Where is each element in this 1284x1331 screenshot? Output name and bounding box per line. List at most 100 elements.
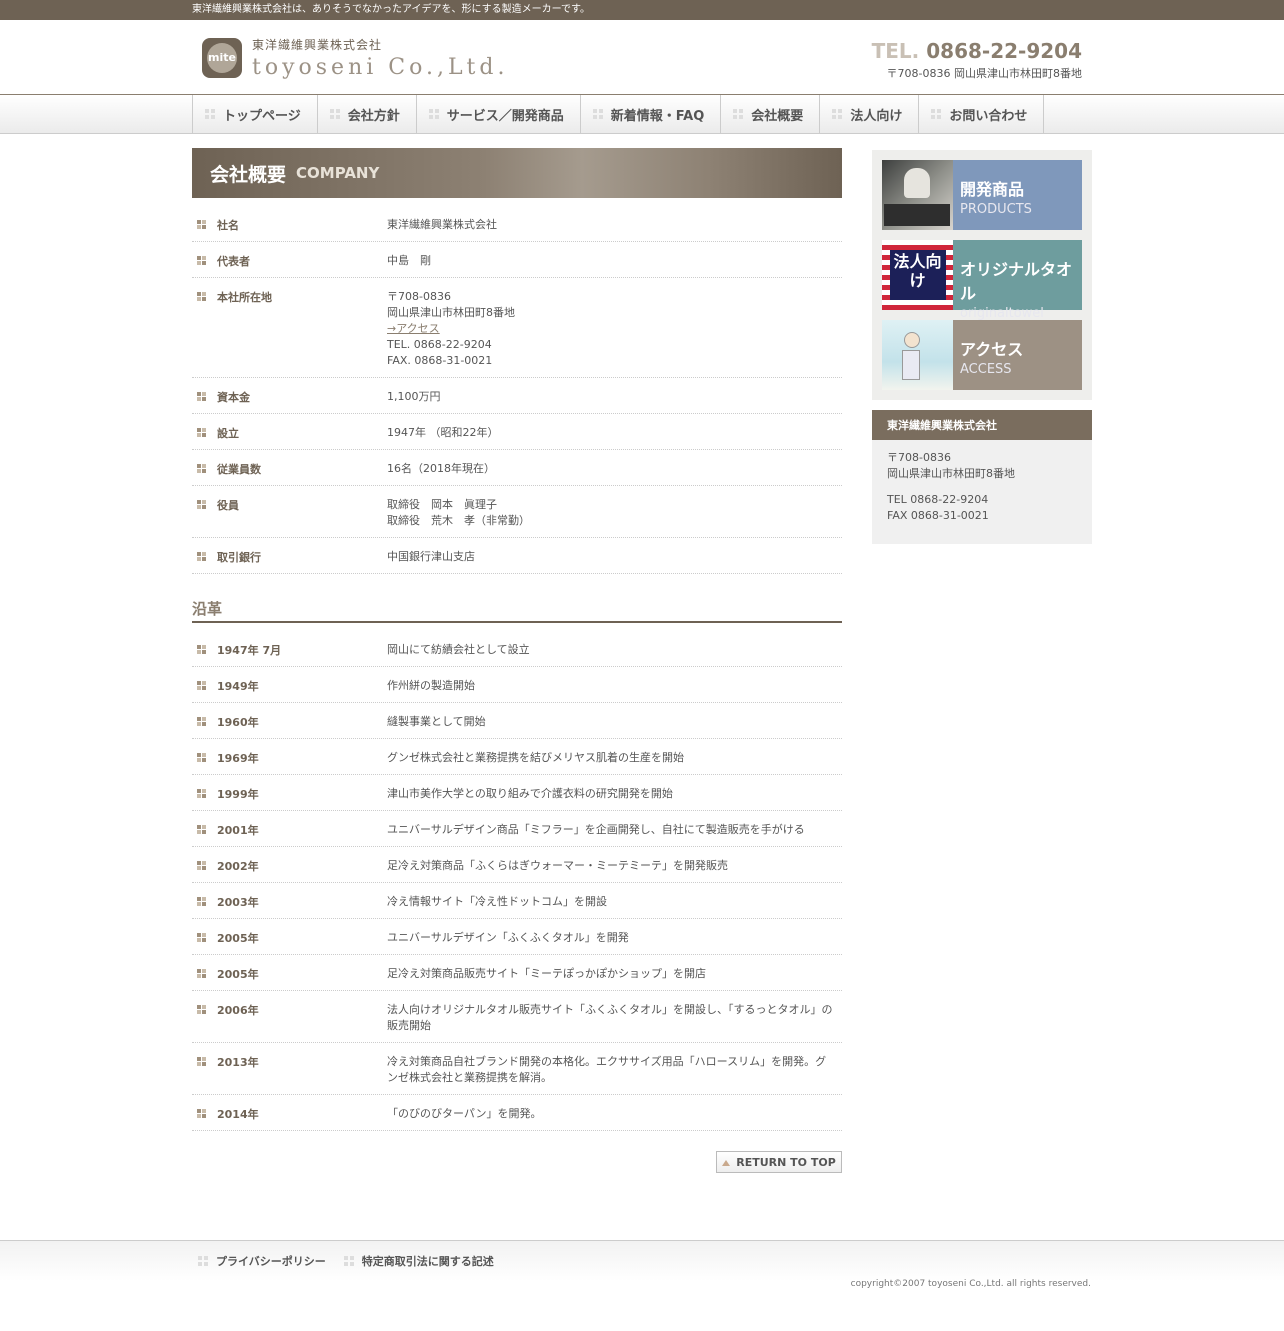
banner-title: オリジナルタオル [960,260,1073,303]
history-year-text: 2002年 [217,860,259,873]
bullet-icon [197,392,206,401]
history-year-text: 2006年 [217,1004,259,1017]
bullet-icon [197,500,206,509]
nav-item-3[interactable]: サービス／開発商品 [417,95,581,133]
sidebar-banners: 開発商品 PRODUCTS 法人向け オリジナルタオル originaltowe… [872,150,1092,400]
info-value: 1947年 （昭和22年） [387,425,837,441]
info-label-text: 役員 [217,499,239,512]
copyright: copyright©2007 toyoseni Co.,Ltd. all rig… [850,1279,1091,1289]
footer-link-1[interactable]: プライバシーポリシー [198,1253,326,1269]
bullet-icon [197,1005,206,1014]
history-year: 2014年 [192,1106,387,1122]
site-logo[interactable]: mite 東洋繊維興業株式会社 toyoseni Co.,Ltd. [202,36,508,80]
history-row: 1969年 グンゼ株式会社と業務提携を結びメリヤス肌着の生産を開始 [192,739,842,775]
info-row: 取引銀行 中国銀行津山支店 [192,538,842,574]
history-year: 1969年 [192,750,387,766]
banner-title: 開発商品 [960,180,1025,199]
info-label: 役員 [192,497,387,529]
info-value-line: 東洋繊維興業株式会社 [387,218,497,231]
banner-title: アクセス [960,340,1024,359]
info-label: 社名 [192,217,387,233]
history-row: 1949年 作州絣の製造開始 [192,667,842,703]
history-text: 法人向けオリジナルタオル販売サイト「ふくふくタオル」を開設し、「するっとタオル」… [387,1003,833,1032]
info-label-text: 本社所在地 [217,291,272,304]
info-value: 東洋繊維興業株式会社 [387,217,837,233]
grid-icon [205,109,215,119]
nav-item-label: トップページ [223,108,301,124]
tel-number: 0868-22-9204 [926,39,1082,63]
history-text: ユニバーサルデザイン「ふくふくタオル」を開発 [387,931,629,944]
bullet-icon [197,220,206,229]
info-row: 社名 東洋繊維興業株式会社 [192,206,842,242]
history-row: 2005年 足冷え対策商品販売サイト「ミーテぽっかぽかショップ」を開店 [192,955,842,991]
history-year-text: 2001年 [217,824,259,837]
company-box-fax: FAX 0868-31-0021 [887,509,989,522]
nav-item-7[interactable]: お問い合わせ [919,95,1045,133]
global-nav: トップページ 会社方針 サービス／開発商品 新着情報・FAQ 会社概要 法人向け お問い合わ… [0,95,1284,134]
history-year-text: 2013年 [217,1056,259,1069]
info-label: 取引銀行 [192,549,387,565]
nav-item-2[interactable]: 会社方針 [318,95,417,133]
bullet-icon [197,969,206,978]
history-year-text: 1949年 [217,680,259,693]
corporate-image: 法人向け [882,240,953,310]
nav-item-6[interactable]: 法人向け [820,95,920,133]
info-label: 資本金 [192,389,387,405]
nav-item-label: 会社概要 [751,108,804,124]
bullet-icon [197,825,206,834]
history-year: 2002年 [192,858,387,874]
info-value-line: 〒708-0836 [387,290,451,303]
history-text: 岡山にて紡績会社として設立 [387,643,530,656]
bullet-icon [197,717,206,726]
original-towel-banner[interactable]: 法人向け オリジナルタオル originaltowel [882,240,1082,321]
info-value: 〒708-0836 岡山県津山市林田町8番地 →アクセス TEL. 0868-22-9… [387,289,837,369]
info-label: 代表者 [192,253,387,269]
info-value: 中国銀行津山支店 [387,549,837,565]
access-link[interactable]: →アクセス [387,321,837,337]
info-value-line: 取締役 荒木 孝（非常勤） [387,514,530,527]
history-year-text: 1947年 7月 [217,644,282,657]
footer-link-label: プライバシーポリシー [216,1255,326,1268]
bullet-icon [197,645,206,654]
company-info-table: 社名 東洋繊維興業株式会社代表者 中島 剛本社所在地 〒708-0836 岡山県津山市林… [192,206,842,574]
history-row: 1999年 津山市美作大学との取り組みで介護衣料の研究開発を開始 [192,775,842,811]
tagline-text: 東洋繊維興業株式会社は、ありそうでなかったアイデアを、形にする製造メーカーです。 [192,4,590,15]
nav-item-5[interactable]: 会社概要 [721,95,821,133]
bullet-icon [197,292,206,301]
return-to-top-label: RETURN TO TOP [736,1155,836,1169]
nav-item-1[interactable]: トップページ [193,95,318,133]
products-banner[interactable]: 開発商品 PRODUCTS [882,160,1082,230]
bullet-icon [197,789,206,798]
history-year: 1949年 [192,678,387,694]
nav-item-4[interactable]: 新着情報・FAQ [581,95,722,133]
return-to-top-button[interactable]: RETURN TO TOP [716,1151,842,1173]
info-label: 従業員数 [192,461,387,477]
bullet-icon [197,1109,206,1118]
info-value: 中島 剛 [387,253,837,269]
site-footer: プライバシーポリシー 特定商取引法に関する記述 copyright©2007 to… [0,1240,1284,1331]
grid-icon [931,109,942,119]
history-row: 1960年 縫製事業として開始 [192,703,842,739]
grid-icon [832,109,843,119]
grid-icon [198,1256,208,1266]
site-header: mite 東洋繊維興業株式会社 toyoseni Co.,Ltd. TEL. 0… [0,20,1284,95]
nav-item-label: 法人向け [850,108,903,124]
info-row: 資本金 1,100万円 [192,378,842,414]
header-contact: TEL. 0868-22-9204 〒708-0836 岡山県津山市林田町8番地 [872,39,1082,81]
history-row: 2014年 「のびのびターパン」を開発。 [192,1095,842,1131]
history-year: 1960年 [192,714,387,730]
grid-icon [592,109,603,119]
header-address: 〒708-0836 岡山県津山市林田町8番地 [886,67,1082,80]
history-row: 2013年 冷え対策商品自社ブランド開発の本格化。エクササイズ用品「ハロースリム」… [192,1043,842,1095]
company-box-title: 東洋繊維興業株式会社 [872,410,1092,440]
history-text: グンゼ株式会社と業務提携を結びメリヤス肌着の生産を開始 [387,751,684,764]
bullet-icon [197,753,206,762]
sidebar-company-box: 東洋繊維興業株式会社 〒708-0836 岡山県津山市林田町8番地 TEL 08… [872,410,1092,544]
access-illustration [882,320,953,390]
footer-link-2[interactable]: 特定商取引法に関する記述 [343,1253,494,1269]
history-year: 2013年 [192,1054,387,1086]
info-value-line: 岡山県津山市林田町8番地 [387,306,515,319]
access-banner[interactable]: アクセス ACCESS [882,320,1082,390]
up-arrow-icon [722,1158,731,1166]
history-row: 2002年 足冷え対策商品「ふくらはぎウォーマー・ミーテミーテ」を開発販売 [192,847,842,883]
